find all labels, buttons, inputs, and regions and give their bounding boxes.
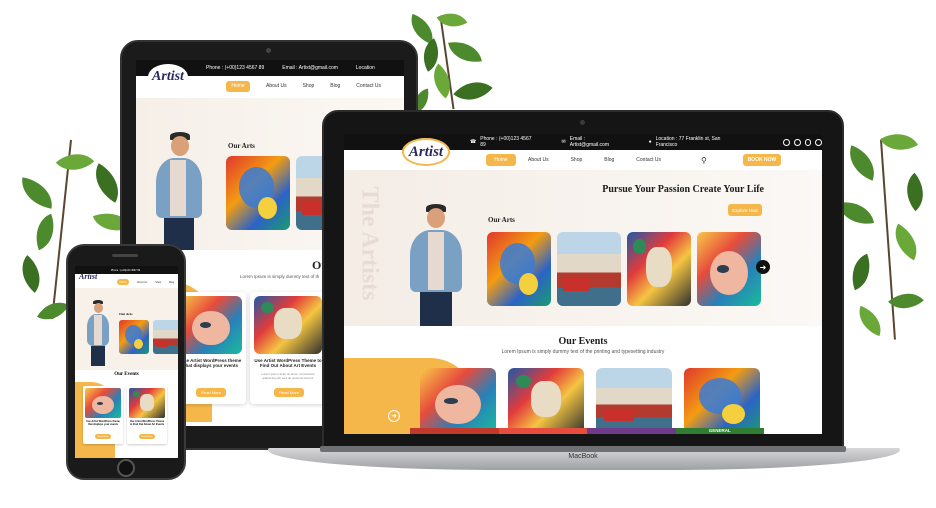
- tablet-event-image-1: [180, 296, 242, 354]
- phone-read-more-1[interactable]: Read More: [95, 434, 111, 439]
- phone-speaker: [112, 254, 138, 257]
- social-pinterest-icon[interactable]: [815, 138, 822, 146]
- phone-artist-photo: [83, 300, 111, 366]
- laptop-email: Email : Artist@gmail.com: [569, 136, 609, 148]
- social-instagram-icon[interactable]: [783, 138, 790, 146]
- arrow-right-icon: ➜: [391, 413, 397, 420]
- laptop-camera: [580, 120, 585, 125]
- phone-event-card-2[interactable]: Use Artist WordPress Theme to Find Out A…: [127, 386, 167, 444]
- tablet-our-arts: Our Arts: [228, 142, 255, 150]
- laptop-hinge: [320, 446, 846, 452]
- phone-event-image-2: [129, 388, 165, 418]
- book-now-button[interactable]: BOOK NOW: [742, 154, 781, 166]
- tablet-nav-shop[interactable]: Shop: [303, 83, 315, 89]
- laptop-nav-shop[interactable]: Shop: [571, 157, 583, 163]
- tablet-nav-blog[interactable]: Blog: [330, 83, 340, 89]
- explore-now-button[interactable]: Explore Now: [728, 204, 762, 216]
- phone-nav-shop[interactable]: Shop: [155, 281, 161, 284]
- phone-icon: ☎: [470, 139, 477, 145]
- laptop-art-4[interactable]: [697, 232, 761, 306]
- phone-events-title: Our Events: [114, 372, 139, 377]
- location-icon: ●: [648, 139, 652, 145]
- laptop-event-3[interactable]: [596, 368, 672, 434]
- events-prev-button[interactable]: ➜: [388, 410, 400, 422]
- laptop-location: Location : 77 Franklin st, San Francisco: [655, 136, 721, 148]
- tablet-nav-home[interactable]: Home: [226, 80, 250, 92]
- laptop-nav-contact[interactable]: Contact Us: [636, 157, 661, 163]
- social-twitter-icon[interactable]: [804, 138, 812, 146]
- phone-read-more-2[interactable]: Read More: [139, 434, 155, 439]
- tablet-event-card-2[interactable]: Use Artist WordPress Theme to Find Out A…: [250, 292, 326, 404]
- laptop-nav-about[interactable]: About Us: [528, 157, 549, 163]
- search-icon[interactable]: ⚲: [701, 156, 707, 165]
- tablet-events-subtitle: Lorem Ipsum is simply dummy text of th: [240, 274, 320, 279]
- responsive-mockup: Phone : (+00)123 4567 89 Email : Artist@…: [0, 0, 936, 508]
- tablet-event-image-2: [254, 296, 322, 354]
- general-tag: GENERAL: [675, 428, 764, 434]
- event-category-bar: GENERAL: [410, 428, 764, 434]
- tablet-art-1[interactable]: [226, 156, 290, 230]
- laptop-nav-home[interactable]: Home: [486, 154, 516, 166]
- tablet-event-title-2: Use Artist WordPress Theme to Find Out A…: [254, 358, 322, 368]
- email-icon: ✉: [561, 139, 566, 145]
- phone-event-title-1: Use Artist WordPress theme that displays…: [86, 420, 120, 426]
- phone-nav-about[interactable]: About Us: [137, 281, 147, 284]
- slider-next-button[interactable]: ➜: [756, 260, 770, 274]
- tablet-camera: [266, 48, 271, 53]
- phone-art-1[interactable]: [119, 320, 149, 354]
- laptop-art-2[interactable]: [557, 232, 621, 306]
- tablet-read-more-1[interactable]: Read More: [196, 388, 226, 397]
- laptop-events-title: Our Events: [558, 336, 608, 347]
- tablet-nav-about[interactable]: About Us: [266, 83, 287, 89]
- tablet-read-more-2[interactable]: Read More: [274, 388, 304, 397]
- social-facebook-icon[interactable]: [793, 138, 801, 146]
- laptop-watermark: The Artists: [356, 186, 383, 301]
- laptop-art-1[interactable]: [487, 232, 551, 306]
- laptop-nav-blog[interactable]: Blog: [604, 157, 614, 163]
- phone-screen: Phone : (+00)123 4567 89 Artist Home Abo…: [75, 266, 178, 458]
- tablet-event-text-2: Lorem ipsum dolor sit amet, consectetur …: [261, 372, 315, 380]
- tablet-event-title-1: Use Artist WordPress theme that displays…: [180, 358, 242, 368]
- phone-event-title-2: Use Artist WordPress Theme to Find Out A…: [129, 420, 165, 426]
- tablet-nav-contact[interactable]: Contact Us: [356, 83, 381, 89]
- phone-event-image-1: [85, 388, 121, 418]
- phone-event-card-1[interactable]: Use Artist WordPress theme that displays…: [83, 386, 123, 444]
- laptop-event-2[interactable]: [508, 368, 584, 434]
- laptop-artist-photo: [400, 202, 470, 326]
- laptop-nav: Home About Us Shop Blog Contact Us ⚲ BOO…: [344, 154, 822, 166]
- phone-nav-blog[interactable]: Blog: [169, 281, 174, 284]
- tablet-artist-photo: [146, 130, 206, 250]
- tablet-phone: Phone : (+00)123 4567 89: [206, 65, 265, 71]
- laptop-events-subtitle: Lorem Ipsum is simply dummy text of the …: [501, 349, 665, 355]
- laptop-brand: MacBook: [568, 453, 598, 460]
- phone-art-2[interactable]: [153, 320, 178, 354]
- laptop-art-3[interactable]: [627, 232, 691, 306]
- tablet-location: Location: [355, 65, 375, 71]
- phone-home-button[interactable]: [117, 459, 135, 477]
- laptop-event-1[interactable]: [420, 368, 496, 434]
- laptop-screen: ☎ Phone : (+00)123 4567 89 ✉ Email : Art…: [344, 134, 822, 434]
- laptop-our-arts: Our Arts: [488, 216, 515, 224]
- arrow-right-icon: ➜: [759, 262, 767, 272]
- phone-our-arts: Our Arts: [119, 312, 133, 316]
- hero-title: Pursue Your Passion Create Your Life: [602, 184, 764, 195]
- laptop-event-4[interactable]: [684, 368, 760, 434]
- tablet-email: Email : Artist@gmail.com: [282, 65, 338, 71]
- laptop-phone: Phone : (+00)123 4567 89: [480, 136, 532, 148]
- tablet-event-card-1[interactable]: Use Artist WordPress theme that displays…: [176, 292, 246, 404]
- phone-nav-home[interactable]: Home: [117, 279, 129, 285]
- phone-phone: Phone : (+00)123 4567 89: [111, 268, 141, 272]
